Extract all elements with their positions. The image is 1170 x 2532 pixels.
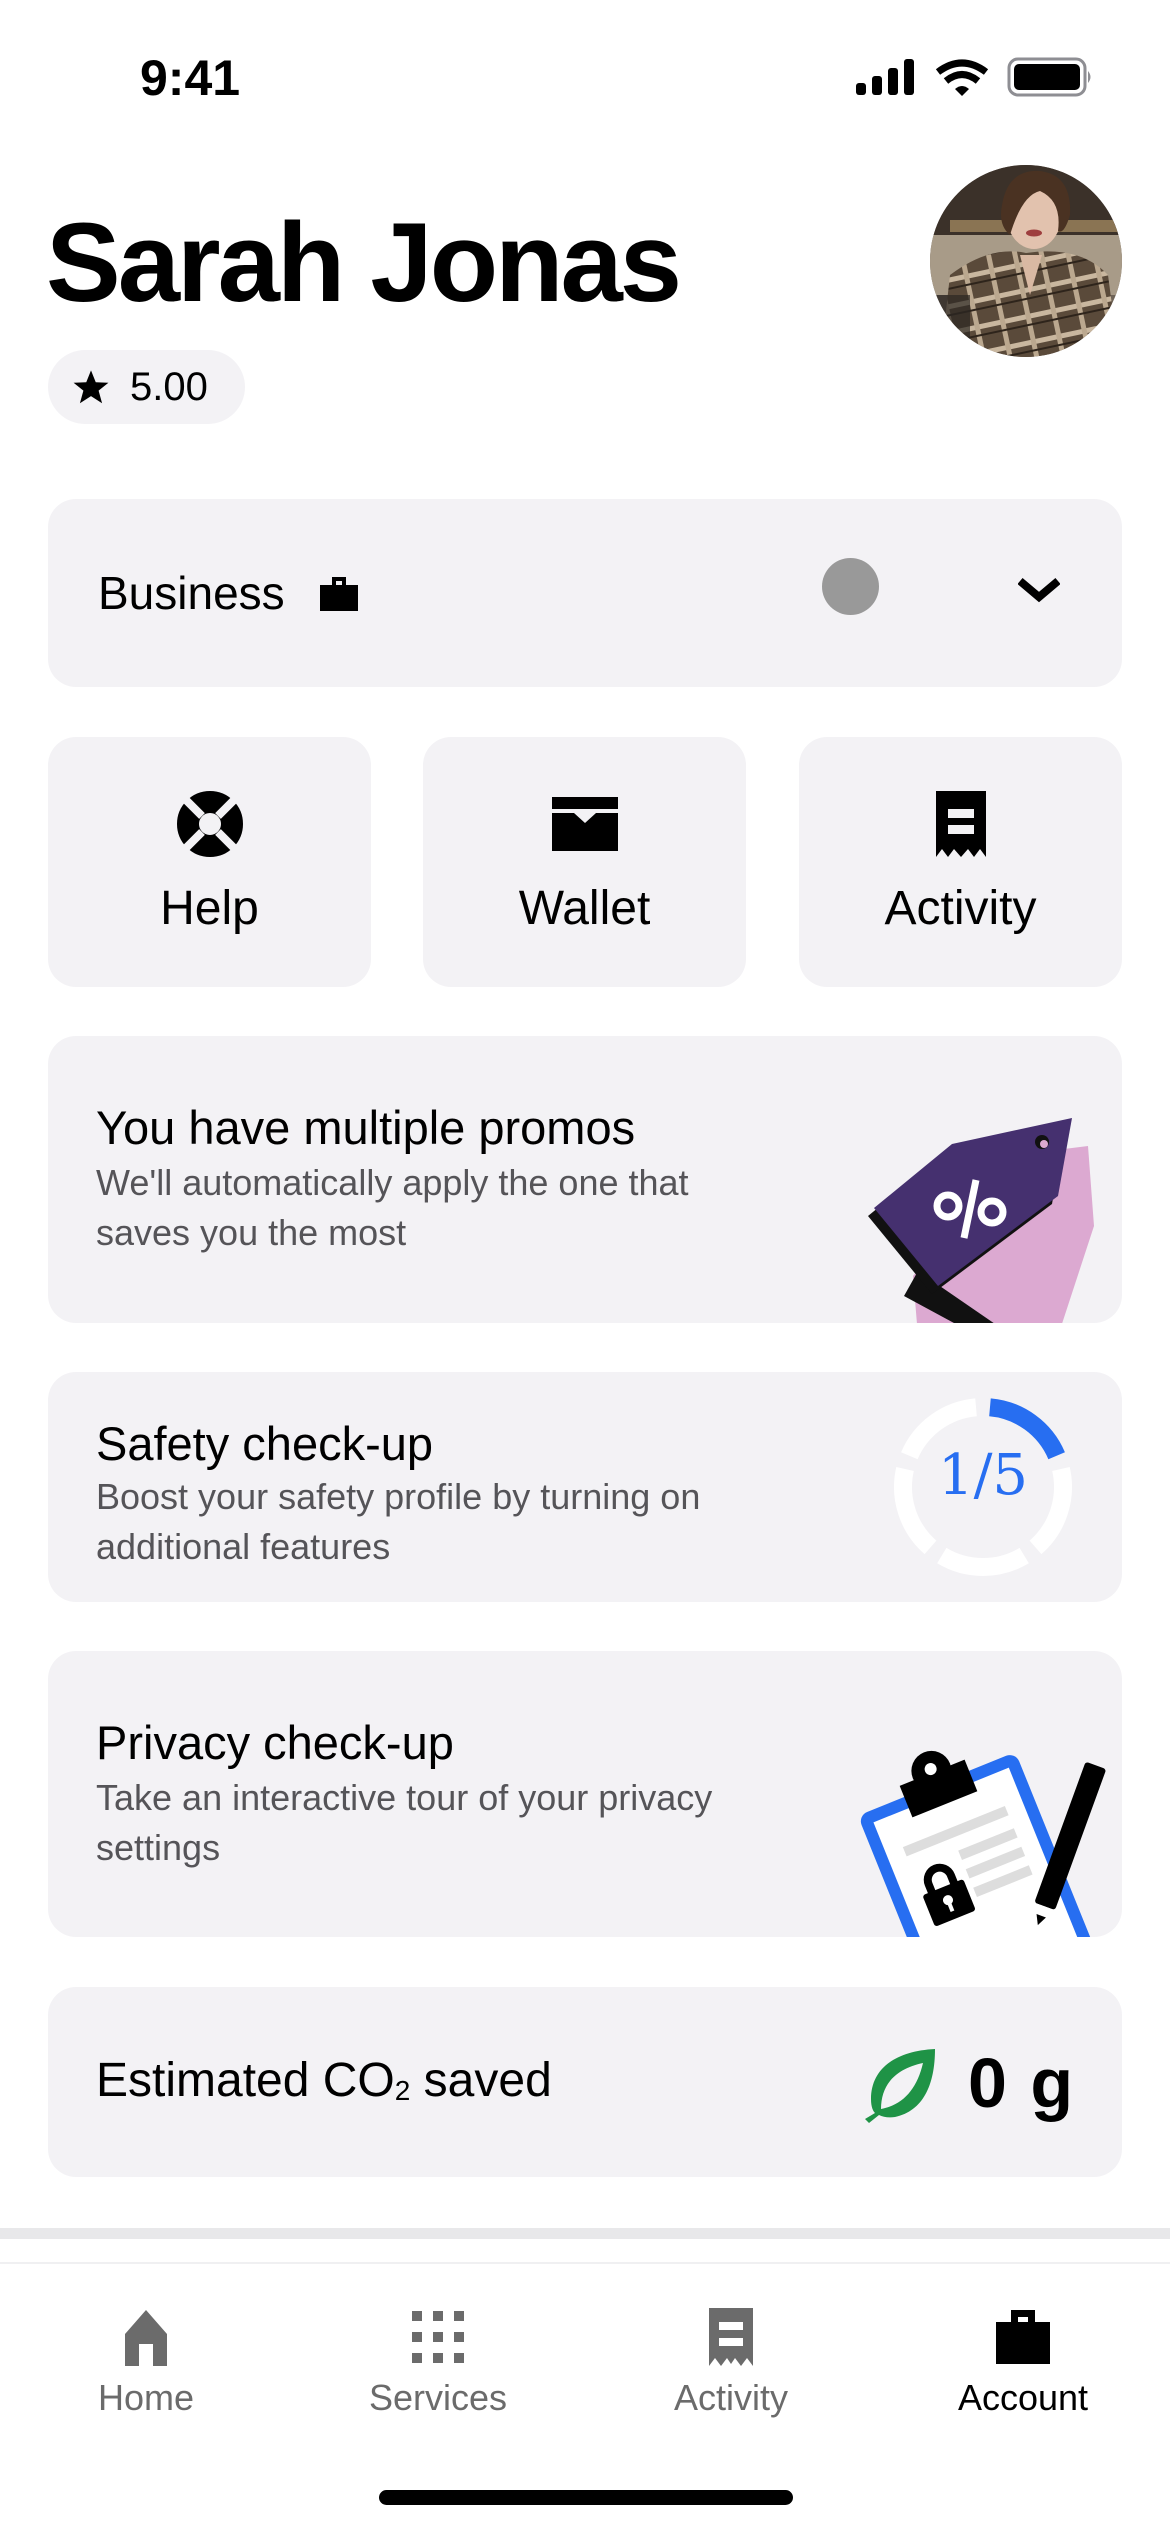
- co2-saved-card[interactable]: Estimated CO2 saved 0 g: [48, 1987, 1122, 2177]
- nav-home-label: Home: [97, 2377, 195, 2418]
- nav-activity[interactable]: Activity: [585, 2304, 877, 2424]
- status-icons: [854, 56, 1094, 100]
- status-time: 9:41: [140, 50, 241, 106]
- nav-activity-label: Activity: [673, 2377, 788, 2418]
- privacy-checkup-card[interactable]: Privacy check-up Take an interactive tou…: [48, 1651, 1122, 1937]
- safety-title: Safety check-up: [96, 1417, 434, 1470]
- clipboard-lock-illustration: [860, 1750, 1106, 1937]
- briefcase-icon: [996, 2310, 1050, 2364]
- chevron-down-icon[interactable]: [1018, 575, 1060, 605]
- lifebuoy-icon: [176, 791, 243, 857]
- privacy-subtitle: Take an interactive tour of your privacy…: [96, 1777, 713, 1868]
- co2-label-suffix: saved: [410, 2054, 552, 2107]
- privacy-title: Privacy check-up: [96, 1716, 454, 1769]
- wallet-icon: [551, 797, 618, 851]
- activity-button[interactable]: Activity: [799, 737, 1122, 987]
- co2-label-subscript: 2: [394, 2075, 411, 2106]
- nav-home[interactable]: Home: [0, 2304, 292, 2424]
- safety-progress-label: 1/5: [937, 1443, 1029, 1508]
- avatar[interactable]: [930, 165, 1122, 357]
- promos-card[interactable]: You have multiple promos We'll automatic…: [48, 1036, 1122, 1323]
- nav-services[interactable]: Services: [292, 2304, 584, 2424]
- rating-value: 5.00: [130, 365, 208, 409]
- nav-services-label: Services: [368, 2377, 508, 2418]
- home-icon: [125, 2310, 167, 2366]
- grid-icon: [412, 2311, 464, 2363]
- receipt-icon: [935, 791, 986, 857]
- help-button[interactable]: Help: [48, 737, 371, 987]
- nav-account-label: Account: [957, 2377, 1089, 2418]
- promos-title: You have multiple promos: [96, 1101, 636, 1154]
- profile-name: Sarah Jonas: [46, 200, 682, 325]
- home-indicator: [379, 2490, 793, 2505]
- activity-label: Activity: [884, 882, 1037, 935]
- section-divider: [0, 2228, 1170, 2239]
- leaf-icon: [865, 2049, 935, 2123]
- receipt-icon: [709, 2308, 753, 2366]
- safety-subtitle: Boost your safety profile by turning on …: [96, 1476, 701, 1567]
- co2-label-prefix: Estimated CO: [96, 2054, 395, 2107]
- promos-subtitle: We'll automatically apply the one that s…: [96, 1162, 689, 1253]
- profile-photo: [930, 165, 1122, 357]
- nav-account[interactable]: Account: [877, 2304, 1169, 2424]
- briefcase-icon: [320, 577, 358, 611]
- promo-tag-illustration: [868, 1118, 1094, 1323]
- co2-value: 0 g: [968, 2044, 1076, 2122]
- safety-checkup-card[interactable]: Safety check-up Boost your safety profil…: [48, 1372, 1122, 1602]
- wifi-icon: [935, 59, 989, 96]
- profile-switcher[interactable]: Business: [48, 499, 1122, 687]
- cellular-signal-icon: [856, 59, 914, 95]
- co2-label: Estimated CO2 saved: [96, 2051, 552, 2117]
- wallet-button[interactable]: Wallet: [423, 737, 746, 987]
- battery-icon: [1007, 57, 1091, 97]
- star-icon: [73, 370, 109, 404]
- help-label: Help: [160, 882, 259, 935]
- rating-badge[interactable]: 5.00: [48, 350, 245, 424]
- wallet-label: Wallet: [518, 882, 651, 935]
- progress-segment-incomplete: [937, 1547, 1029, 1576]
- status-indicator: [822, 558, 879, 615]
- profile-switcher-label: Business: [98, 567, 285, 619]
